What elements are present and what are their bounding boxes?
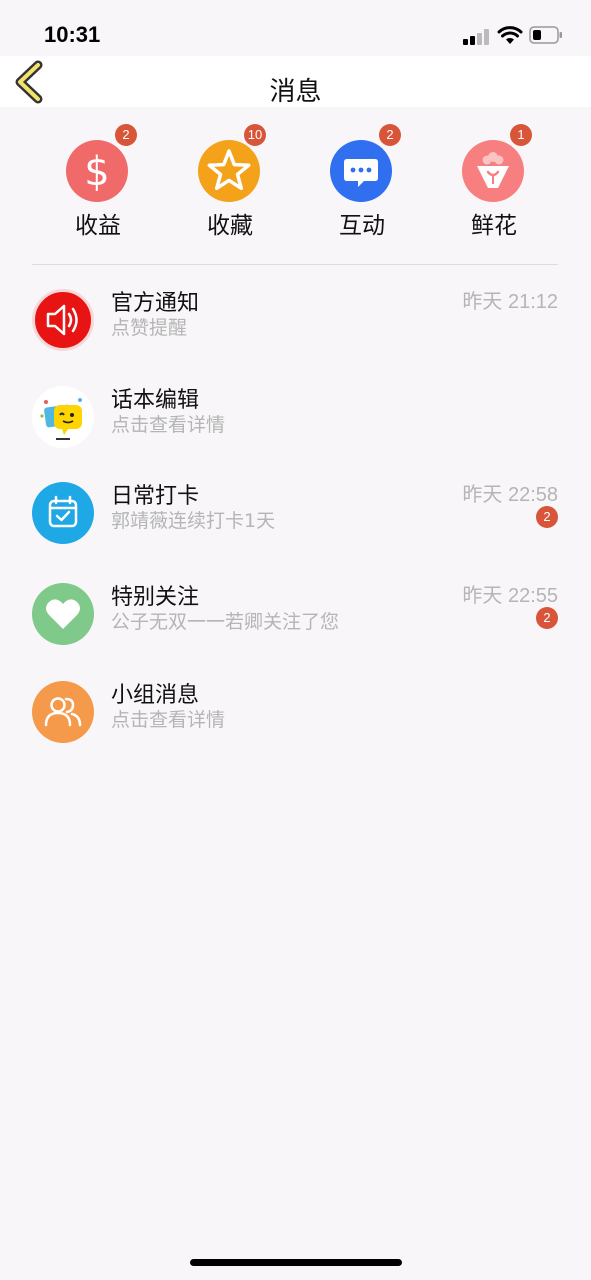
category-badge: 10 bbox=[244, 124, 266, 146]
category-label: 收藏 bbox=[207, 213, 253, 239]
battery-icon bbox=[529, 26, 563, 44]
category-badge: 2 bbox=[379, 124, 401, 146]
dollar-icon: $ bbox=[66, 140, 128, 202]
page-title: 消息 bbox=[269, 77, 322, 107]
group-users-icon bbox=[32, 681, 94, 743]
speaker-icon bbox=[32, 289, 94, 351]
message-subtitle: 公子无双一一若卿关注了您 bbox=[111, 611, 340, 633]
chat-bubble-icon bbox=[330, 140, 392, 202]
navigation-bar: 消息 bbox=[0, 56, 591, 107]
message-time: 昨天 22:55 bbox=[462, 585, 558, 607]
message-subtitle: 郭靖薇连续打卡1天 bbox=[111, 510, 276, 532]
status-bar: 10:31 bbox=[0, 0, 591, 56]
message-row-daily-checkin[interactable]: 日常打卡 郭靖薇连续打卡1天 昨天 22:58 2 bbox=[0, 482, 591, 572]
message-subtitle: 点赞提醒 bbox=[111, 317, 188, 339]
status-time: 10:31 bbox=[44, 22, 101, 47]
message-row-script-editor[interactable]: 话本编辑 点击查看详情 bbox=[0, 386, 591, 476]
category-badge: 2 bbox=[115, 124, 137, 146]
heart-icon bbox=[32, 583, 94, 645]
calendar-check-icon bbox=[32, 482, 94, 544]
category-earnings[interactable]: $ 2 收益 bbox=[48, 124, 148, 240]
category-badge: 1 bbox=[510, 124, 532, 146]
category-favorites[interactable]: 10 收藏 bbox=[180, 124, 280, 240]
category-interaction[interactable]: 2 互动 bbox=[312, 124, 412, 240]
editor-avatar-icon bbox=[32, 386, 94, 448]
home-indicator bbox=[190, 1259, 402, 1266]
svg-text:$: $ bbox=[84, 149, 109, 195]
message-row-group-messages[interactable]: 小组消息 点击查看详情 bbox=[0, 681, 591, 771]
category-label: 互动 bbox=[339, 213, 385, 239]
star-icon bbox=[198, 140, 260, 202]
message-subtitle: 点击查看详情 bbox=[111, 414, 226, 436]
message-time: 昨天 22:58 bbox=[462, 484, 558, 506]
category-label: 鲜花 bbox=[471, 213, 517, 239]
message-time: 昨天 21:12 bbox=[462, 291, 558, 313]
unread-badge: 2 bbox=[536, 607, 558, 629]
message-row-official-notice[interactable]: 官方通知 点赞提醒 昨天 21:12 bbox=[0, 289, 591, 379]
divider bbox=[32, 264, 558, 265]
category-label: 收益 bbox=[75, 213, 121, 239]
message-subtitle: 点击查看详情 bbox=[111, 709, 226, 731]
wifi-icon bbox=[497, 25, 523, 45]
category-flowers[interactable]: 1 鲜花 bbox=[444, 124, 544, 240]
cellular-signal-icon bbox=[463, 29, 491, 45]
unread-badge: 2 bbox=[536, 506, 558, 528]
message-row-special-follow[interactable]: 特别关注 公子无双一一若卿关注了您 昨天 22:55 2 bbox=[0, 583, 591, 673]
flower-bouquet-icon bbox=[462, 140, 524, 202]
